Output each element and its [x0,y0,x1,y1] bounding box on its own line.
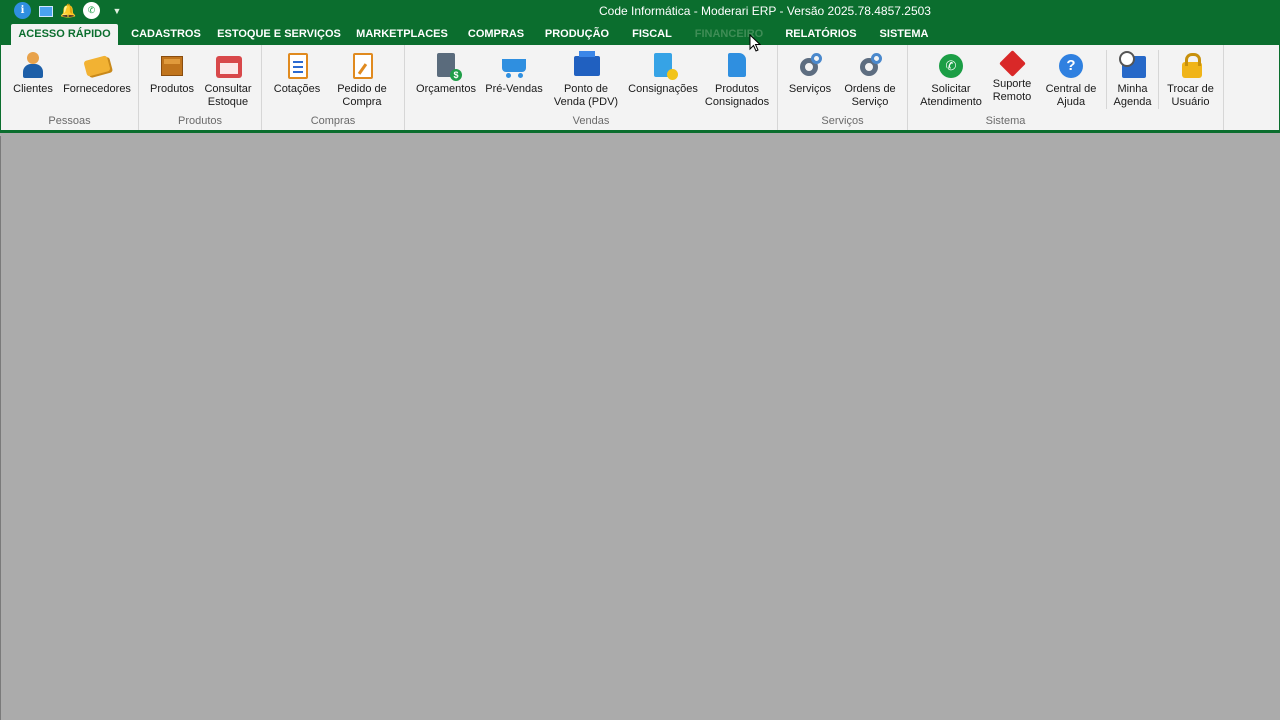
produtos-button[interactable]: Produtos [147,50,197,96]
group-label-vendas: Vendas [572,115,610,127]
produtos-label: Produtos [149,83,195,95]
tab-sistema[interactable]: SISTEMA [872,24,936,45]
group-label-sistema: Sistema [985,115,1026,127]
group-label-produtos: Produtos [177,115,223,127]
remote-support-icon [996,50,1028,82]
tab-producao[interactable]: PRODUÇÃO [540,24,614,45]
group-label-servicos: Serviços [821,115,864,127]
group-servicos: Serviços Ordens de Serviço Serviços [778,45,908,130]
ordens-servico-button[interactable]: Ordens de Serviço [840,50,900,109]
group-label-pessoas: Pessoas [48,115,91,127]
budget-icon [430,50,462,82]
minha-agenda-label: Minha Agenda [1113,83,1152,108]
tab-fiscal[interactable]: FISCAL [624,24,680,45]
central-ajuda-label: Central de Ajuda [1045,83,1097,108]
ribbon-tab-bar: ACESSO RÁPIDO CADASTROS ESTOQUE E SERVIÇ… [0,24,1280,45]
ordens-servico-label: Ordens de Serviço [844,83,896,108]
fornecedores-label: Fornecedores [63,83,131,95]
consignacoes-button[interactable]: Consignações [627,50,699,96]
tab-relatorios[interactable]: RELATÓRIOS [778,24,864,45]
solicitar-atendimento-label: Solicitar Atendimento [920,83,982,108]
pdv-label: Ponto de Venda (PDV) [553,83,619,108]
whatsapp-icon: ✆ [935,50,967,82]
servicos-label: Serviços [788,83,832,95]
group-sistema: ✆ Solicitar Atendimento Suporte Remoto ?… [908,45,1224,130]
group-vendas: Orçamentos Pré-Vendas Ponto de Venda (PD… [405,45,778,130]
service-order-icon [854,50,886,82]
clients-icon [17,50,49,82]
quotes-icon [281,50,313,82]
produtos-consignados-label: Produtos Consignados [704,83,770,108]
cotacoes-button[interactable]: Cotações [270,50,324,96]
pre-vendas-label: Pré-Vendas [485,83,543,95]
consultar-estoque-label: Consultar Estoque [204,83,252,108]
group-compras: Cotações Pedido de Compra Compras [262,45,405,130]
servicos-button[interactable]: Serviços [786,50,834,96]
tab-cadastros[interactable]: CADASTROS [126,24,206,45]
tab-acesso-rapido[interactable]: ACESSO RÁPIDO [11,24,118,45]
tab-estoque-servicos[interactable]: ESTOQUE E SERVIÇOS [214,24,344,45]
stock-icon [212,50,244,82]
trocar-usuario-button[interactable]: Trocar de Usuário [1158,50,1222,109]
minha-agenda-button[interactable]: Minha Agenda [1106,50,1158,109]
fornecedores-button[interactable]: Fornecedores [61,50,133,96]
group-pessoas: Clientes Fornecedores Pessoas [1,45,139,130]
services-gear-icon [794,50,826,82]
lock-icon [1175,50,1207,82]
pdv-button[interactable]: Ponto de Venda (PDV) [551,50,621,109]
group-label-compras: Compras [310,115,356,127]
orcamentos-button[interactable]: Orçamentos [413,50,479,96]
clientes-button[interactable]: Clientes [9,50,57,96]
orcamentos-label: Orçamentos [416,83,476,95]
window-title: Code Informática - Moderari ERP - Versão… [599,4,931,18]
suporte-remoto-button[interactable]: Suporte Remoto [988,50,1036,104]
cart-icon [498,50,530,82]
mdi-workspace[interactable] [0,136,1280,720]
clientes-label: Clientes [13,83,53,95]
tab-compras[interactable]: COMPRAS [462,24,530,45]
help-icon: ? [1055,50,1087,82]
tab-marketplaces[interactable]: MARKETPLACES [352,24,452,45]
suppliers-icon [81,50,113,82]
cotacoes-label: Cotações [273,83,321,95]
pedido-compra-button[interactable]: Pedido de Compra [332,50,392,109]
central-ajuda-button[interactable]: ? Central de Ajuda [1042,50,1100,109]
consignment-icon [647,50,679,82]
pre-vendas-button[interactable]: Pré-Vendas [483,50,545,96]
consigned-products-icon [721,50,753,82]
pos-icon [570,50,602,82]
purchase-order-icon [346,50,378,82]
products-icon [156,50,188,82]
produtos-consignados-button[interactable]: Produtos Consignados [703,50,771,109]
group-produtos: Produtos Consultar Estoque Produtos [139,45,262,130]
trocar-usuario-label: Trocar de Usuário [1167,83,1214,108]
consignacoes-label: Consignações [628,83,698,95]
pedido-compra-label: Pedido de Compra [337,83,387,108]
solicitar-atendimento-button[interactable]: ✆ Solicitar Atendimento [916,50,986,109]
title-bar: i 🔔 ✆ ▼ Code Informática - Moderari ERP … [0,0,1280,24]
consultar-estoque-button[interactable]: Consultar Estoque [201,50,255,109]
ribbon-panel: Clientes Fornecedores Pessoas Produtos C… [0,45,1280,133]
calendar-icon [1117,50,1149,82]
